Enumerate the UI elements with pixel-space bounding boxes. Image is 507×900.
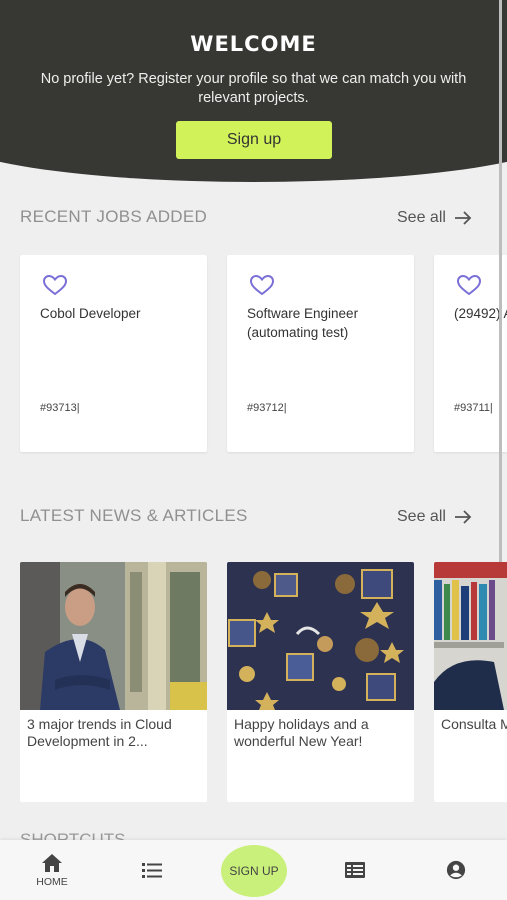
news-carousel[interactable]: 3 major trends in Cloud Development in 2…: [0, 562, 507, 802]
news-card[interactable]: Happy holidays and a wonderful New Year!: [227, 562, 414, 802]
see-all-label: See all: [397, 508, 446, 525]
arrow-right-icon: [454, 510, 472, 524]
job-id: #93712|: [247, 402, 287, 414]
nav-sign-up-button[interactable]: SIGN UP: [221, 845, 287, 897]
account-circle-icon: [446, 860, 466, 880]
job-id: #93713|: [40, 402, 80, 414]
see-all-label: See all: [397, 209, 446, 226]
news-title: Happy holidays and a wonderful New Year!: [234, 716, 369, 749]
list-icon: [142, 863, 162, 878]
job-id: #93711|: [454, 402, 493, 414]
job-card[interactable]: Cobol Developer #93713|: [20, 255, 207, 452]
nav-home-label: HOME: [36, 875, 68, 888]
latest-news-title: LATEST NEWS & ARTICLES: [20, 506, 248, 525]
nav-home[interactable]: HOME: [27, 840, 77, 900]
news-title: Consulta More Jav program: [441, 716, 507, 732]
welcome-intro-text: No profile yet? Register your profile so…: [40, 71, 467, 106]
heart-icon[interactable]: [249, 274, 275, 296]
nav-list[interactable]: [132, 840, 172, 900]
job-card[interactable]: (29492) Analyst #93711|: [434, 255, 507, 452]
latest-news-see-all-link[interactable]: See all: [397, 508, 472, 526]
recent-jobs-carousel[interactable]: Cobol Developer #93713| Software Enginee…: [0, 255, 507, 455]
welcome-header: WELCOME No profile yet? Register your pr…: [0, 0, 507, 190]
recent-jobs-see-all-link[interactable]: See all: [397, 209, 472, 227]
welcome-title: WELCOME: [190, 32, 317, 56]
news-title: 3 major trends in Cloud Development in 2…: [27, 716, 172, 749]
arrow-right-icon: [454, 211, 472, 225]
home-icon: [42, 853, 62, 872]
news-card[interactable]: 3 major trends in Cloud Development in 2…: [20, 562, 207, 802]
nav-profile[interactable]: [436, 840, 476, 900]
sign-up-button[interactable]: Sign up: [176, 121, 332, 159]
heart-icon[interactable]: [456, 274, 482, 296]
job-title: Software Engineer (automating test): [247, 306, 359, 340]
heart-icon[interactable]: [42, 274, 68, 296]
news-list-icon: [345, 862, 365, 878]
news-card[interactable]: Consulta More Jav program: [434, 562, 507, 802]
scrollbar[interactable]: [499, 0, 502, 562]
news-image-businessman: [20, 562, 207, 710]
news-image-bookshelf: [434, 562, 507, 710]
job-title: Cobol Developer: [40, 306, 141, 321]
recent-jobs-title: RECENT JOBS ADDED: [20, 207, 208, 226]
nav-news[interactable]: [335, 840, 375, 900]
news-image-holiday: [227, 562, 414, 710]
job-card[interactable]: Software Engineer (automating test) #937…: [227, 255, 414, 452]
